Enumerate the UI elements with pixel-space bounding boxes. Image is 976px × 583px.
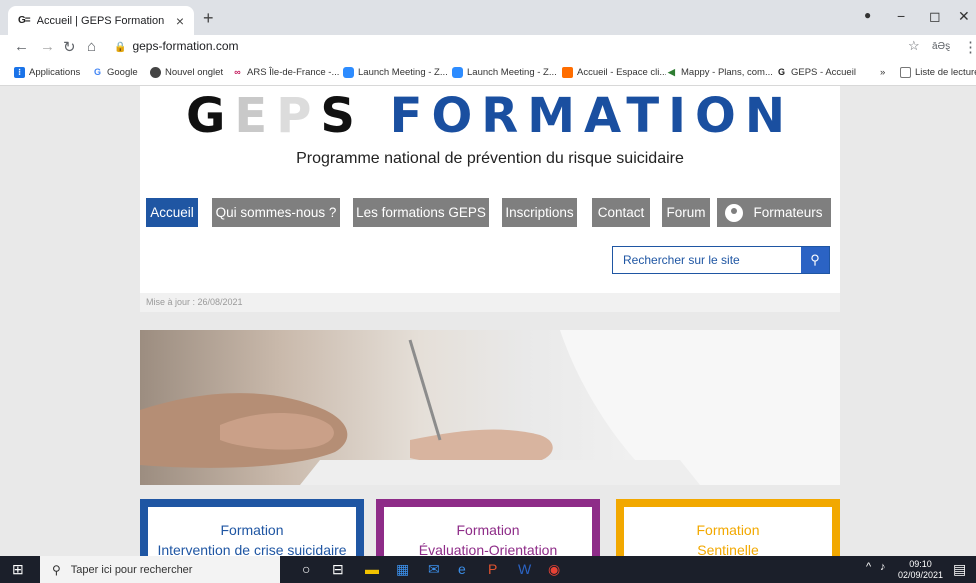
edge-icon[interactable]: e [458, 561, 466, 577]
formation-intervention-card[interactable]: Formation Intervention de crise suicidai… [140, 499, 364, 556]
apps-grid-icon: ⁝ [14, 67, 25, 78]
lock-icon: 🔒 [114, 42, 127, 53]
url-text: geps-formation.com [132, 39, 239, 53]
volume-icon[interactable]: ♪ [880, 561, 886, 573]
windows-taskbar: ⊞ ⚲ Taper ici pour rechercher ○ ⊟ ▬ ▦ ✉ … [0, 556, 976, 583]
globe-icon [150, 67, 161, 78]
geps-icon: G [776, 67, 787, 78]
system-clock[interactable]: 09:10 02/09/2021 [898, 559, 943, 581]
hero-image [140, 330, 840, 485]
hands-writing-illustration [140, 330, 840, 485]
new-tab-button[interactable]: + [203, 8, 214, 29]
nav-qui-sommes-nous[interactable]: Qui sommes-nous ? [212, 198, 340, 227]
bookmark-item[interactable]: Launch Meeting - Z... [452, 67, 557, 78]
tab-strip: G= Accueil | GEPS Formation × + ● − ◻ ✕ [0, 0, 976, 35]
close-window-button[interactable]: ✕ [958, 8, 970, 25]
address-bar[interactable]: 🔒 geps-formation.com [114, 39, 239, 53]
nav-forum[interactable]: Forum [662, 198, 710, 227]
store-icon[interactable]: ▦ [396, 561, 409, 578]
bookmark-item[interactable]: G GEPS - Accueil [776, 67, 856, 78]
formation-evaluation-card[interactable]: Formation Évaluation-Orientation [376, 499, 600, 556]
bookmark-item[interactable]: Nouvel onglet [150, 67, 223, 78]
web-page: GEPS FORMATION Programme national de pré… [0, 86, 976, 556]
site-header: GEPS FORMATION Programme national de pré… [140, 86, 840, 312]
star-icon[interactable]: ☆ [908, 38, 920, 54]
bookmark-item[interactable]: ⁝ Applications [14, 67, 80, 78]
forward-arrow-icon[interactable]: → [40, 38, 55, 55]
maximize-button[interactable]: ◻ [929, 8, 941, 25]
reading-list-icon [900, 67, 911, 78]
windows-start-icon[interactable]: ⊞ [12, 561, 24, 578]
formation-sentinelle-card[interactable]: Formation Sentinelle [616, 499, 840, 556]
search-input[interactable] [613, 247, 801, 273]
reading-list-button[interactable]: Liste de lecture [900, 67, 976, 78]
site-search: ⚲ [612, 246, 830, 274]
browser-tab[interactable]: G= Accueil | GEPS Formation × [8, 6, 194, 35]
file-explorer-icon[interactable]: ▬ [365, 561, 379, 577]
minimize-button[interactable]: − [897, 8, 905, 24]
powerpoint-icon[interactable]: P [488, 561, 497, 577]
notification-icon[interactable]: ▤ [953, 561, 966, 578]
back-arrow-icon[interactable]: ← [14, 38, 29, 55]
site-tagline: Programme national de prévention du risq… [296, 150, 684, 167]
nav-formations[interactable]: Les formations GEPS [353, 198, 489, 227]
zoom-icon [452, 67, 463, 78]
profile-dot-icon[interactable]: ● [864, 8, 871, 22]
taskbar-search[interactable]: ⚲ Taper ici pour rechercher [40, 556, 280, 583]
chrome-icon[interactable]: ◉ [548, 561, 560, 578]
bookmark-item[interactable]: ◀ Mappy - Plans, com... [666, 67, 773, 78]
mappy-icon: ◀ [666, 67, 677, 78]
nav-inscriptions[interactable]: Inscriptions [502, 198, 577, 227]
square-icon [562, 67, 573, 78]
cortana-icon[interactable]: ○ [302, 561, 310, 577]
bookmark-item[interactable]: Accueil - Espace cli... [562, 67, 667, 78]
zoom-icon [343, 67, 354, 78]
bookmark-item[interactable]: G Google [92, 67, 138, 78]
google-icon: G [92, 67, 103, 78]
nav-formateurs[interactable]: Formateurs [717, 198, 831, 227]
tray-chevron-icon[interactable]: ^ [866, 561, 871, 573]
profile-label[interactable]: āƏȿ [932, 41, 950, 52]
nav-accueil[interactable]: Accueil [146, 198, 198, 227]
user-icon [725, 203, 744, 222]
ars-icon: ∞ [232, 67, 243, 78]
word-icon[interactable]: W [518, 561, 531, 577]
search-button[interactable]: ⚲ [801, 247, 829, 273]
site-logo[interactable]: GEPS FORMATION [140, 88, 840, 144]
geps-favicon-icon: G= [18, 15, 31, 26]
close-tab-icon[interactable]: × [176, 13, 184, 29]
nav-contact[interactable]: Contact [592, 198, 650, 227]
mail-icon[interactable]: ✉ [428, 561, 440, 578]
search-icon: ⚲ [52, 562, 61, 577]
bookmark-item[interactable]: Launch Meeting - Z... [343, 67, 448, 78]
reload-icon[interactable]: ↻ [63, 38, 76, 56]
update-date: Mise à jour : 26/08/2021 [140, 293, 840, 312]
bookmarks-overflow-button[interactable]: » [880, 67, 885, 78]
bookmarks-bar: ⁝ Applications G Google Nouvel onglet ∞ ARS… [0, 61, 976, 86]
tab-title: Accueil | GEPS Formation [36, 14, 165, 27]
menu-dots-icon[interactable]: ⋮ [963, 38, 976, 56]
bookmark-item[interactable]: ∞ ARS Île-de-France -... [232, 67, 339, 78]
task-view-icon[interactable]: ⊟ [332, 561, 344, 578]
home-icon[interactable]: ⌂ [87, 38, 96, 55]
search-icon: ⚲ [810, 252, 820, 267]
